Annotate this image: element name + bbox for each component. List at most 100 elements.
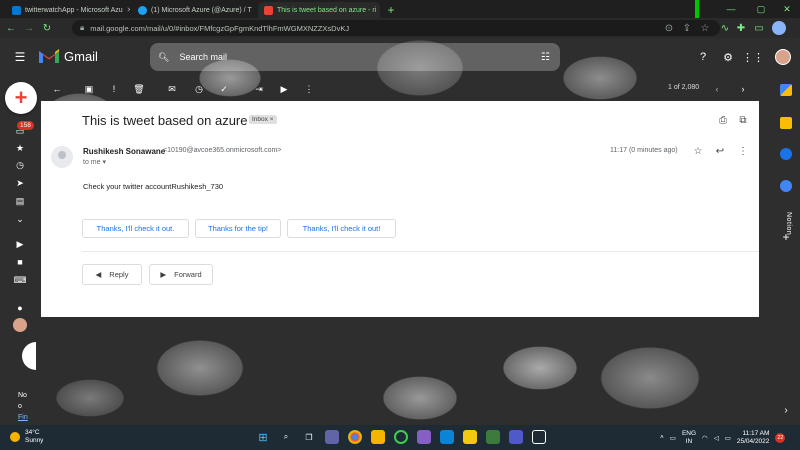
extension-icon[interactable]: ∿ — [718, 21, 732, 35]
recipient-details[interactable]: to me ▾ — [83, 158, 106, 166]
tab-azure-twitter[interactable]: (1) Microsoft Azure (@Azure) / T ✕ — [132, 2, 256, 18]
visual-studio-icon[interactable] — [417, 430, 431, 444]
gmail-header: ☰ Gmail 🔍︎ Search mail ☷ ? ⚙ ⋮⋮ — [0, 38, 800, 76]
reply-button[interactable]: ◀ Reply — [82, 264, 142, 285]
search-input[interactable]: 🔍︎ Search mail ☷ — [150, 43, 560, 71]
search-options-icon[interactable]: ☷ — [541, 52, 550, 63]
move-to-icon[interactable]: ⇥ — [252, 82, 266, 96]
close-icon[interactable]: ✕ — [127, 6, 130, 14]
smart-reply-button[interactable]: Thanks for the tip! — [195, 219, 281, 238]
delete-icon[interactable]: 🗑︎ — [132, 82, 146, 96]
help-icon[interactable]: ? — [695, 49, 711, 65]
snoozed-icon[interactable]: ◷ — [13, 158, 27, 172]
maximize-button[interactable]: ▢ — [748, 0, 774, 18]
chrome-icon[interactable] — [348, 430, 362, 444]
keep-icon[interactable] — [780, 117, 792, 129]
add-addon-icon[interactable]: + — [780, 230, 792, 244]
file-explorer-icon[interactable] — [371, 430, 385, 444]
add-to-tasks-icon[interactable]: ✓ — [217, 82, 231, 96]
remote-desktop-icon[interactable] — [532, 430, 546, 444]
back-icon[interactable]: ← — [4, 21, 18, 35]
forward-icon[interactable]: → — [22, 21, 36, 35]
address-bar[interactable]: 🔒︎ mail.google.com/mail/u/0/#inbox/FMfcg… — [72, 20, 720, 36]
forward-label: Forward — [174, 270, 202, 279]
star-icon[interactable]: ☆ — [692, 145, 704, 157]
calendar-icon[interactable] — [780, 84, 792, 96]
teams-icon[interactable] — [509, 430, 523, 444]
meet-now-icon[interactable]: ▭ — [670, 434, 676, 442]
sidebar-icon[interactable]: ▭ — [752, 21, 766, 35]
forward-button[interactable]: ▶ Forward — [149, 264, 213, 285]
archive-icon[interactable]: ▣ — [82, 82, 96, 96]
tab-gmail-active[interactable]: This is tweet based on azure - ri ✕ — [258, 2, 380, 18]
main-menu-icon[interactable]: ☰ — [12, 49, 28, 65]
power-bi-icon[interactable] — [463, 430, 477, 444]
keyboard-icon[interactable]: ⌨ — [13, 273, 27, 287]
expand-panel-icon[interactable]: › — [780, 404, 792, 416]
sender-email: <10190@avcoe365.onmicrosoft.com> — [163, 147, 282, 154]
share-icon[interactable]: ⇪ — [680, 21, 694, 35]
inbox-label-chip[interactable]: Inbox × — [249, 115, 277, 124]
close-window-button[interactable]: ✕ — [774, 0, 800, 18]
reply-icon[interactable]: ↩ — [714, 145, 726, 157]
tasks-icon[interactable] — [780, 148, 792, 160]
profile-avatar[interactable] — [772, 21, 786, 35]
terminal-icon[interactable] — [486, 430, 500, 444]
teams-chat-icon[interactable] — [325, 430, 339, 444]
bookmark-star-icon[interactable]: ☆ — [698, 21, 712, 35]
region-code: IN — [685, 437, 693, 445]
weather-widget[interactable]: 34°C Sunny — [10, 429, 43, 445]
starred-icon[interactable]: ★ — [13, 141, 27, 155]
more-icon[interactable]: ⋮ — [302, 82, 316, 96]
mark-unread-icon[interactable]: ✉ — [165, 82, 179, 96]
pagination-count: 1 of 2,080 — [668, 84, 700, 91]
back-to-inbox-icon[interactable]: ← — [50, 82, 64, 96]
email-subject: This is tweet based on azure — [82, 113, 248, 128]
contacts-icon[interactable] — [780, 180, 792, 192]
compose-button[interactable]: + — [5, 82, 37, 114]
settings-gear-icon[interactable]: ⚙ — [720, 49, 736, 65]
meet-video-icon[interactable]: ■ — [13, 255, 27, 269]
rail-footer-link[interactable]: Fin — [18, 412, 28, 423]
sent-icon[interactable]: ➤ — [13, 176, 27, 190]
newer-icon[interactable]: ‹ — [710, 82, 724, 96]
notification-count-badge[interactable]: 22 — [775, 432, 786, 443]
hangouts-icon[interactable]: ● — [13, 301, 27, 315]
apps-grid-icon[interactable]: ⋮⋮ — [742, 49, 764, 65]
battery-icon[interactable]: ▭ — [725, 434, 731, 442]
chevron-up-icon[interactable]: ˄ — [660, 434, 664, 441]
xbox-app-icon[interactable] — [394, 430, 408, 444]
open-in-new-window-icon[interactable]: ⧉ — [737, 114, 749, 126]
sender-name[interactable]: Rushikesh Sonawane — [83, 147, 165, 156]
search-icon[interactable]: 🔍︎ — [158, 52, 169, 63]
smart-reply-button[interactable]: Thanks, I'll check it out. — [82, 219, 189, 238]
report-spam-icon[interactable]: ! — [107, 82, 121, 96]
more-options-icon[interactable]: ⋮ — [737, 145, 749, 157]
google-lens-icon[interactable]: ⊙ — [662, 21, 676, 35]
drafts-icon[interactable]: ▤ — [13, 194, 27, 208]
task-view-icon[interactable]: ❐ — [302, 430, 316, 444]
vscode-icon[interactable] — [440, 430, 454, 444]
meet-new-icon[interactable]: ▶ — [13, 237, 27, 251]
snooze-icon[interactable]: ◷ — [192, 82, 206, 96]
more-chevron-icon[interactable]: ⌄ — [13, 212, 27, 226]
new-tab-button[interactable]: + — [384, 2, 398, 18]
smart-reply-button[interactable]: Thanks, I'll check it out! — [287, 219, 396, 238]
puzzle-icon[interactable]: ✚ — [734, 21, 748, 35]
tab-twitterwatchapp[interactable]: twitterwatchApp - Microsoft Azu ✕ — [6, 2, 130, 18]
wifi-icon[interactable]: ◠ — [702, 434, 708, 442]
contact-avatar[interactable] — [13, 318, 27, 332]
volume-icon[interactable]: ◁ — [714, 434, 719, 442]
gmail-logo[interactable]: Gmail — [38, 48, 98, 64]
account-avatar[interactable] — [775, 49, 791, 65]
reload-icon[interactable]: ↻ — [40, 21, 54, 35]
print-icon[interactable]: ⎙ — [717, 114, 729, 126]
minimize-button[interactable]: — — [718, 0, 744, 18]
older-icon[interactable]: › — [736, 82, 750, 96]
label-icon[interactable]: ▶ — [277, 82, 291, 96]
windows-start-icon[interactable]: ⊞ — [256, 430, 270, 444]
language-code: ENG — [681, 429, 697, 437]
language-indicator[interactable]: ENG IN — [682, 430, 696, 446]
clock[interactable]: 11:17 AM 25/04/2022 — [737, 430, 770, 446]
search-icon[interactable]: ⌕ — [279, 430, 293, 444]
